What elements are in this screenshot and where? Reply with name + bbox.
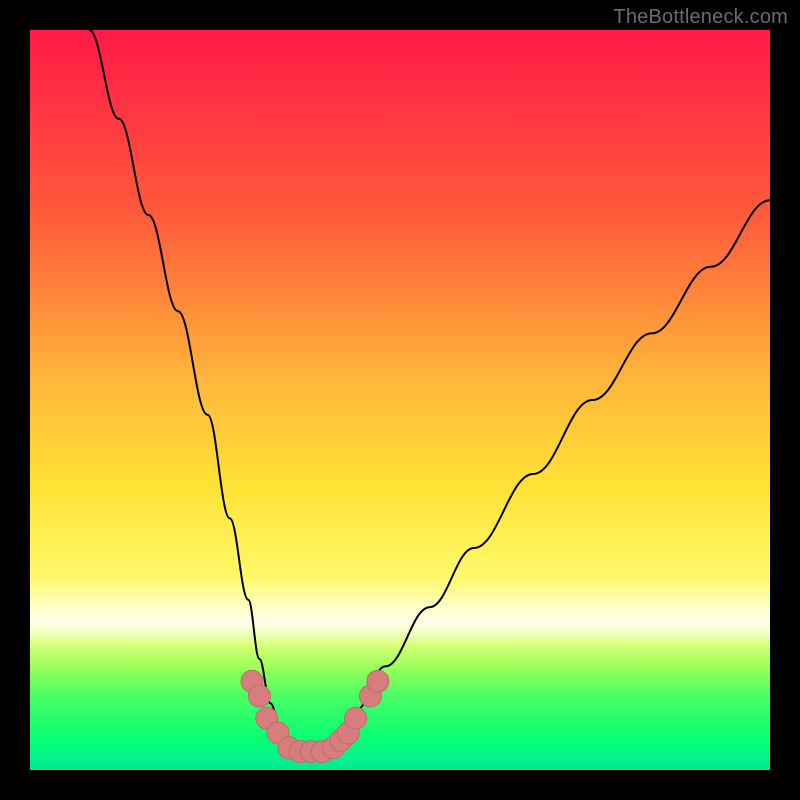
plot-area <box>30 30 770 770</box>
curve-marker <box>248 685 270 707</box>
bottleneck-curve <box>89 30 770 755</box>
curve-markers <box>241 670 389 762</box>
curve-marker <box>367 670 389 692</box>
curve-layer <box>30 30 770 770</box>
chart-frame: TheBottleneck.com <box>0 0 800 800</box>
watermark-text: TheBottleneck.com <box>613 6 788 29</box>
curve-marker <box>345 707 367 729</box>
